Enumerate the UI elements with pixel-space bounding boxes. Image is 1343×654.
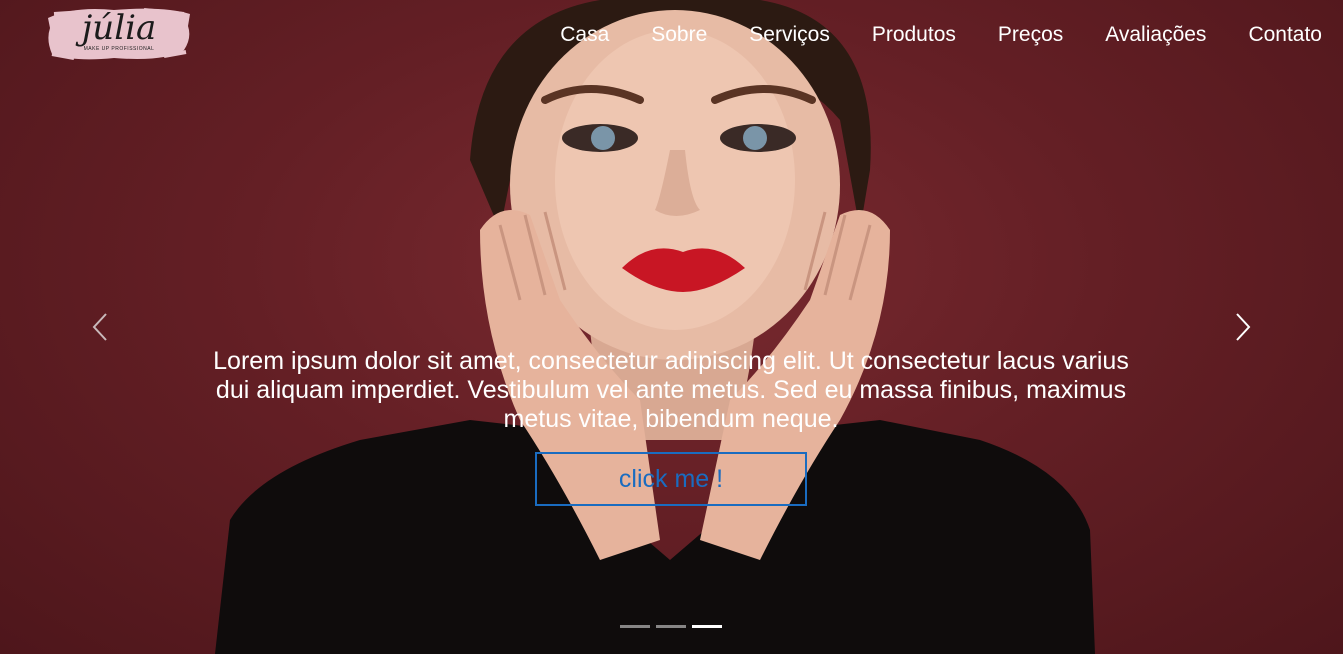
brand-logo[interactable]: júlia MAKE UP PROFISSIONAL bbox=[44, 4, 194, 64]
chevron-right-icon bbox=[1236, 313, 1251, 341]
chevron-left-icon bbox=[92, 313, 107, 341]
carousel-indicator-active[interactable] bbox=[692, 625, 722, 628]
brand-name: júlia bbox=[81, 8, 157, 48]
hero-carousel bbox=[0, 0, 1343, 654]
nav-item-casa[interactable]: Casa bbox=[560, 22, 609, 48]
nav-item-sobre[interactable]: Sobre bbox=[651, 22, 707, 48]
nav-item-precos[interactable]: Preços bbox=[998, 22, 1063, 48]
carousel-indicators bbox=[620, 625, 722, 628]
carousel-next-button[interactable] bbox=[1227, 310, 1257, 344]
hero-model-image bbox=[215, 0, 1095, 654]
click-me-button[interactable]: click me ! bbox=[535, 452, 807, 506]
nav-item-produtos[interactable]: Produtos bbox=[872, 22, 956, 48]
carousel-indicator[interactable] bbox=[656, 625, 686, 628]
nav-item-servicos[interactable]: Serviços bbox=[749, 22, 830, 48]
nav-item-avaliacoes[interactable]: Avaliações bbox=[1105, 22, 1206, 48]
carousel-indicator[interactable] bbox=[620, 625, 650, 628]
brand-tagline: MAKE UP PROFISSIONAL bbox=[83, 46, 155, 52]
main-nav: Casa Sobre Serviços Produtos Preços Aval… bbox=[560, 22, 1322, 48]
nav-item-contato[interactable]: Contato bbox=[1248, 22, 1322, 48]
carousel-prev-button[interactable] bbox=[86, 310, 116, 344]
carousel-caption: Lorem ipsum dolor sit amet, consectetur … bbox=[213, 347, 1129, 433]
